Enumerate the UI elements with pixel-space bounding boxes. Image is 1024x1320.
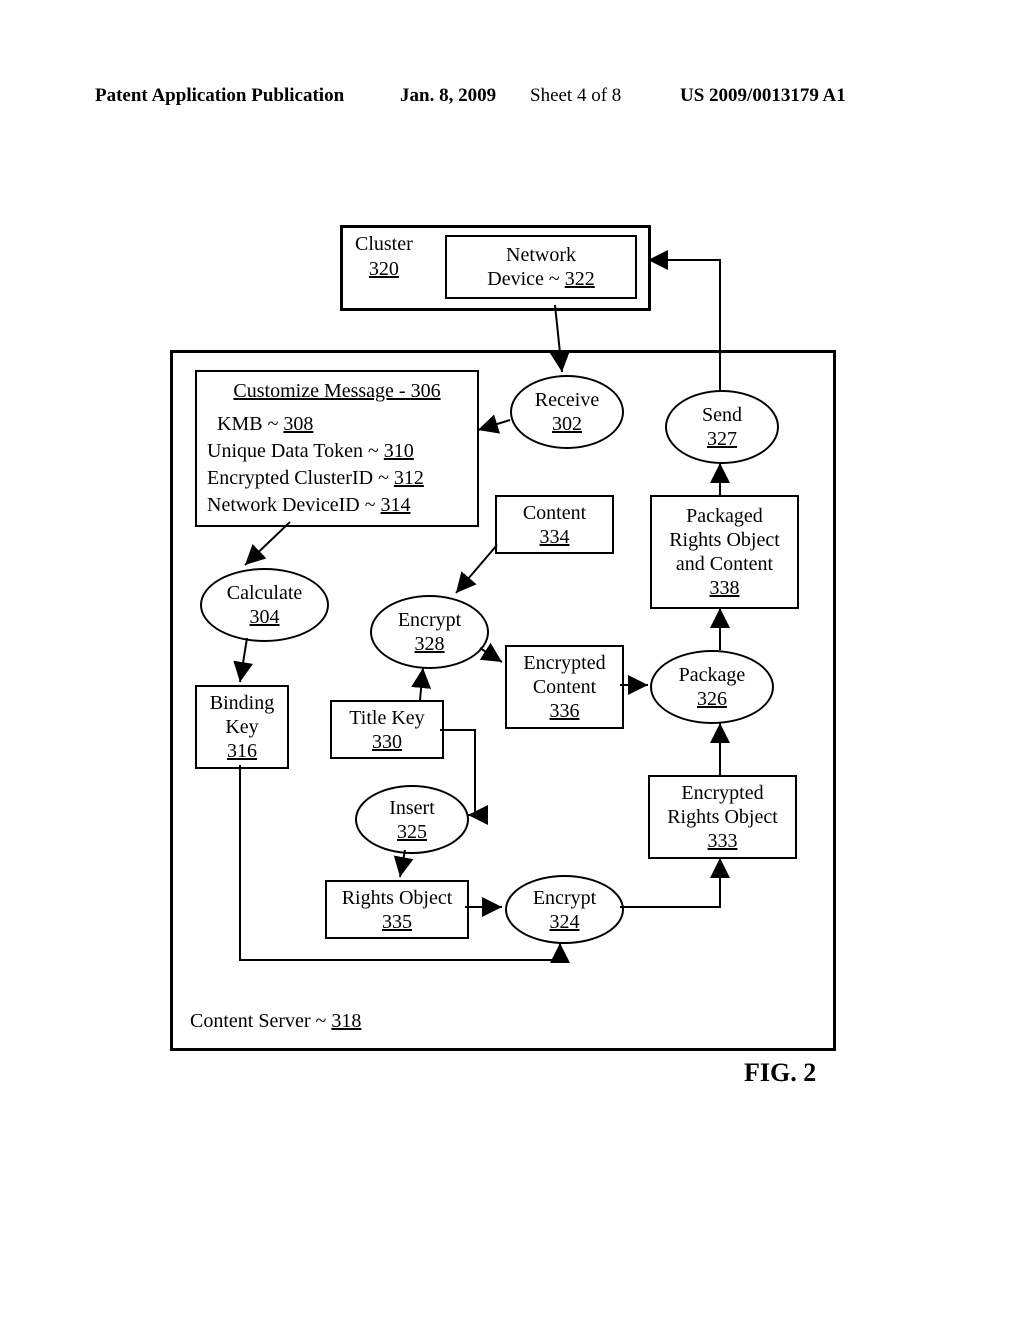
arrows-layer	[0, 0, 1024, 1320]
